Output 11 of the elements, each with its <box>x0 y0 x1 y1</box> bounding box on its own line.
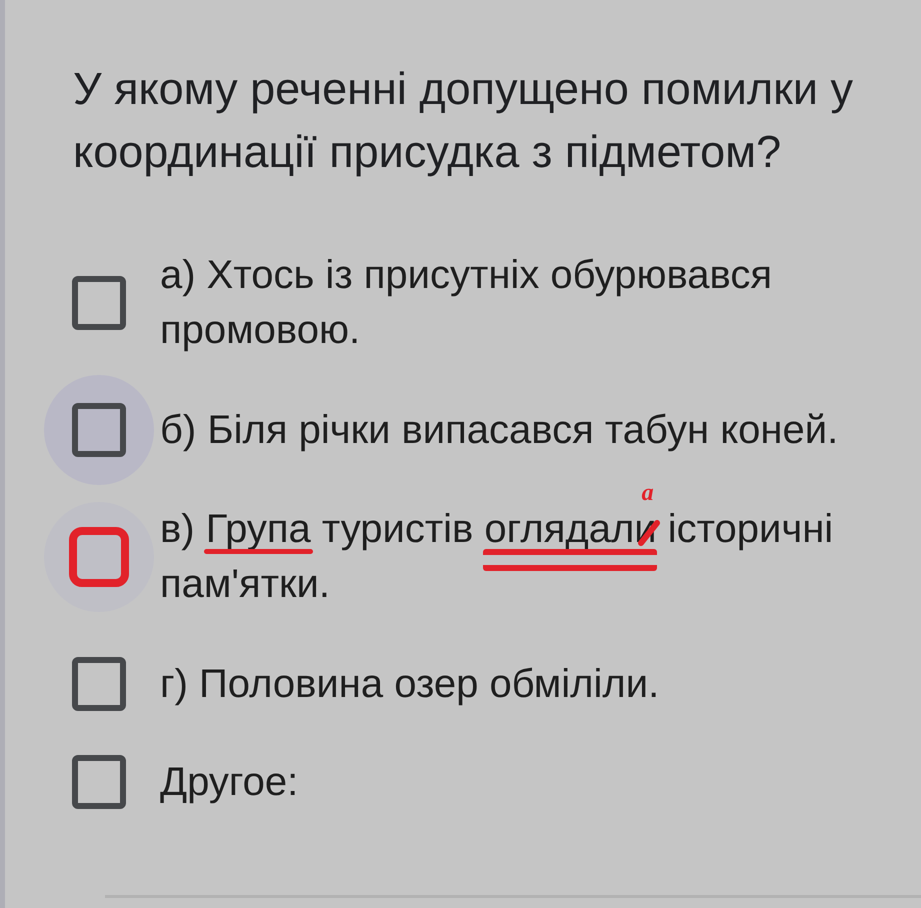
checkbox[interactable] <box>69 527 129 587</box>
option-label[interactable]: г) Половина озер обміліли. <box>160 656 660 712</box>
option-label[interactable]: а) Хтось із присутніх обурювався промовою. <box>160 248 881 358</box>
correction-letter: а <box>642 485 654 501</box>
checkbox[interactable] <box>72 657 126 711</box>
option-label[interactable]: б) Біля річки випасався табун коней. <box>160 402 838 458</box>
checkbox[interactable] <box>72 755 126 809</box>
checkbox[interactable] <box>72 276 126 330</box>
question-text: У якому реченні допущено помилки у координації присудка з підметом? <box>73 62 854 179</box>
checkbox[interactable] <box>72 403 126 457</box>
option-label[interactable]: Другое: <box>160 754 298 810</box>
